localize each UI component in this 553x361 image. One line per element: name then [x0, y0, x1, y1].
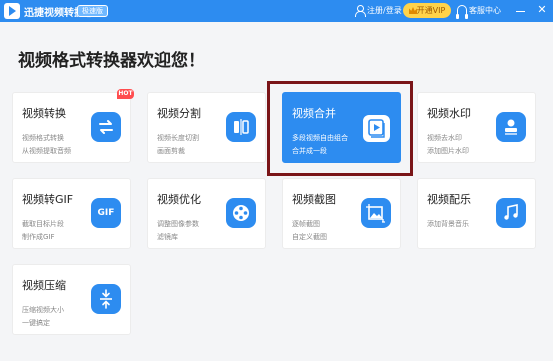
- minimize-icon[interactable]: [514, 3, 528, 17]
- card-desc-line1: 调整图像参数: [157, 220, 199, 228]
- card-desc-line2: 滤镜库: [157, 233, 178, 241]
- page-title: 视频格式转换器欢迎您！: [18, 51, 205, 71]
- login-link[interactable]: 注册/登录: [367, 5, 402, 16]
- headset-icon[interactable]: [456, 5, 468, 19]
- card-desc-line2: 画面剪裁: [157, 147, 185, 155]
- card-desc-line1: 压缩视频大小: [22, 306, 64, 314]
- convert-icon: [91, 112, 121, 142]
- card-video-split[interactable]: 视频分割 视频长度切割 画面剪裁: [147, 92, 266, 163]
- card-title: 视频分割: [157, 107, 201, 120]
- highlight-frame: [267, 81, 413, 176]
- card-title: 视频配乐: [427, 193, 471, 206]
- card-video-music[interactable]: 视频配乐 添加背景音乐: [417, 178, 536, 249]
- card-desc-line1: 视频长度切割: [157, 134, 199, 142]
- title-bar: 迅捷视频转换器 极速版 注册/登录 开通VIP 客服中心 ✕: [0, 0, 553, 22]
- close-icon[interactable]: ✕: [535, 3, 549, 17]
- split-icon: [226, 112, 256, 142]
- card-desc-line2: 从视频提取音频: [22, 147, 71, 155]
- card-desc-line2: 自定义截图: [292, 233, 327, 241]
- film-reel-icon: [226, 198, 256, 228]
- card-desc-line1: 添加背景音乐: [427, 220, 469, 228]
- card-title: 视频转GIF: [22, 193, 74, 206]
- card-title: 视频压缩: [22, 279, 66, 292]
- screenshot-crop-icon: [361, 198, 391, 228]
- user-icon[interactable]: [355, 5, 366, 17]
- vip-label: 开通VIP: [416, 6, 446, 15]
- card-desc-line1: 视频格式转换: [22, 134, 64, 142]
- edition-badge: 极速版: [77, 5, 108, 17]
- card-title: 视频截图: [292, 193, 336, 206]
- hot-badge: HOT: [117, 89, 134, 99]
- card-title: 视频转换: [22, 107, 66, 120]
- card-video-to-gif[interactable]: 视频转GIF 截取目标片段 制作成GIF GIF: [12, 178, 131, 249]
- card-video-optimize[interactable]: 视频优化 调整图像参数 滤镜库: [147, 178, 266, 249]
- card-desc-line2: 一键搞定: [22, 319, 50, 327]
- music-note-icon: [496, 198, 526, 228]
- card-video-convert[interactable]: 视频转换 视频格式转换 从视频提取音频: [12, 92, 131, 163]
- card-desc-line1: 逐帧截图: [292, 220, 320, 228]
- card-desc-line1: 截取目标片段: [22, 220, 64, 228]
- card-video-watermark[interactable]: 视频水印 视频去水印 添加图片水印: [417, 92, 536, 163]
- card-desc-line2: 添加图片水印: [427, 147, 469, 155]
- card-desc-line2: 制作成GIF: [22, 233, 55, 241]
- vip-button[interactable]: 开通VIP: [403, 3, 451, 18]
- card-title: 视频水印: [427, 107, 471, 120]
- compress-icon: [91, 284, 121, 314]
- card-video-compress[interactable]: 视频压缩 压缩视频大小 一键搞定: [12, 264, 131, 335]
- card-video-screenshot[interactable]: 视频截图 逐帧截图 自定义截图: [282, 178, 401, 249]
- card-title: 视频优化: [157, 193, 201, 206]
- watermark-stamp-icon: [496, 112, 526, 142]
- card-desc-line1: 视频去水印: [427, 134, 462, 142]
- help-center-link[interactable]: 客服中心: [469, 5, 501, 16]
- app-logo-icon: [4, 3, 20, 19]
- gif-icon: GIF: [91, 198, 121, 228]
